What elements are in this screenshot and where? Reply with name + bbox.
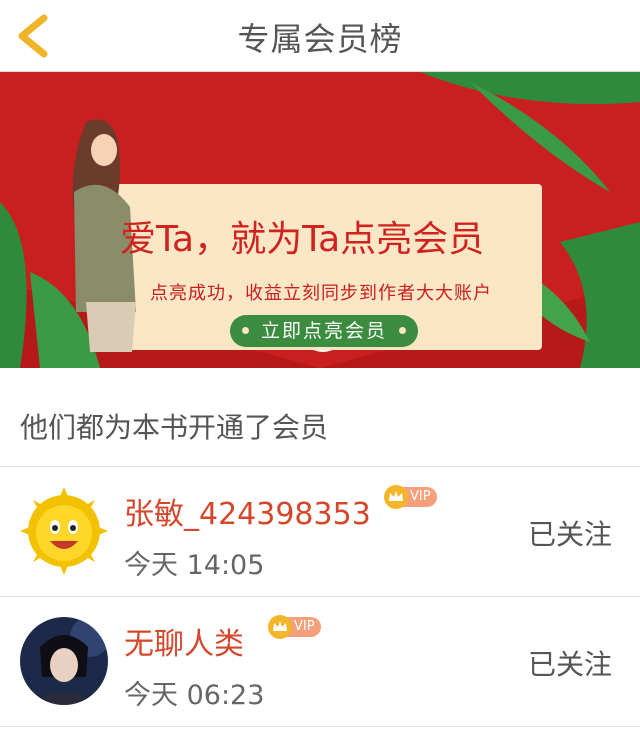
section-title: 他们都为本书开通了会员: [20, 411, 329, 444]
follow-button[interactable]: 已关注: [528, 643, 612, 683]
page-title: 专属会员榜: [237, 20, 403, 58]
portrait-avatar: [20, 617, 108, 705]
member-name[interactable]: 张敏_424398353: [124, 489, 371, 533]
crown-icon: [384, 485, 408, 509]
banner-slogan: 爱Ta，就为Ta点亮会员: [120, 219, 485, 260]
promo-banner[interactable]: 爱Ta，就为Ta点亮会员 点亮成功，收益立刻同步到作者大大账户 立即点亮会员: [0, 72, 640, 368]
member-name[interactable]: 无聊人类: [124, 619, 244, 663]
vip-badge: VIP: [268, 615, 324, 639]
light-up-membership-button[interactable]: 立即点亮会员: [230, 315, 418, 347]
member-time: 今天 14:05: [124, 550, 265, 581]
banner-subline: 点亮成功，收益立刻同步到作者大大账户: [150, 283, 492, 304]
avatar[interactable]: [20, 487, 108, 575]
vip-badge: VIP: [384, 485, 440, 509]
follow-button[interactable]: 已关注: [528, 513, 612, 553]
crown-icon: [268, 615, 292, 639]
avatar[interactable]: [20, 617, 108, 705]
member-row[interactable]: 张敏_424398353 VIP 今天 14:05 已关注: [0, 467, 640, 597]
member-row[interactable]: 无聊人类 VIP 今天 06:23 已关注: [0, 597, 640, 727]
member-time: 今天 06:23: [124, 680, 265, 711]
member-list: 张敏_424398353 VIP 今天 14:05 已关注 无聊人类 VIP 今…: [0, 466, 640, 727]
top-bar: 专属会员榜: [0, 0, 640, 72]
sun-face-avatar: [20, 487, 108, 575]
